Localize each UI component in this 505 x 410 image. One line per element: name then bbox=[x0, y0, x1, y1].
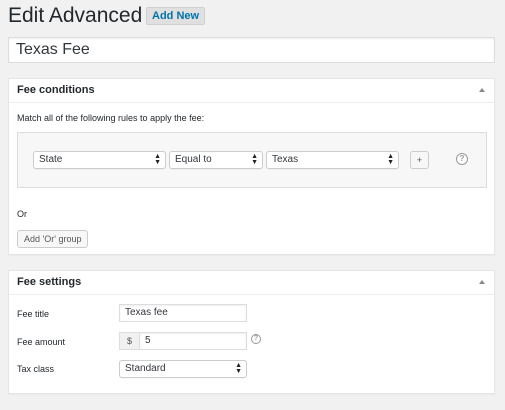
fee-amount-input[interactable]: 5 bbox=[139, 332, 247, 350]
select-arrow-icon: ▲ ▼ bbox=[387, 153, 394, 166]
fee-settings-header[interactable]: Fee settings bbox=[9, 271, 494, 295]
match-rules-text: Match all of the following rules to appl… bbox=[17, 113, 205, 123]
add-or-group-button[interactable]: Add 'Or' group bbox=[17, 230, 89, 248]
tax-class-value: Standard bbox=[125, 363, 166, 374]
or-label: Or bbox=[17, 209, 27, 219]
fee-name-input[interactable]: Texas Fee bbox=[8, 37, 495, 63]
collapse-arrow-icon[interactable] bbox=[479, 88, 485, 92]
select-arrow-icon: ▲ ▼ bbox=[235, 362, 242, 375]
fee-conditions-title: Fee conditions bbox=[17, 84, 95, 96]
add-new-button[interactable]: Add New bbox=[146, 7, 206, 25]
fee-settings-title: Fee settings bbox=[17, 276, 82, 288]
select-arrow-icon: ▲ ▼ bbox=[251, 153, 258, 166]
currency-symbol: $ bbox=[119, 332, 139, 350]
condition-operator-value: Equal to bbox=[175, 154, 212, 165]
fee-settings-box: Fee settings Fee title Texas fee Fee amo… bbox=[8, 270, 495, 394]
question-circle-icon[interactable]: ? bbox=[251, 334, 261, 344]
fee-title-input[interactable]: Texas fee bbox=[119, 304, 247, 322]
tax-class-label: Tax class bbox=[17, 364, 55, 374]
condition-value-value: Texas bbox=[272, 154, 299, 165]
fee-conditions-header[interactable]: Fee conditions bbox=[9, 79, 494, 103]
condition-field-value: State bbox=[39, 154, 63, 165]
collapse-arrow-icon[interactable] bbox=[479, 280, 485, 284]
condition-value-select[interactable]: Texas ▲ ▼ bbox=[266, 151, 399, 169]
tax-class-select[interactable]: Standard ▲ ▼ bbox=[119, 360, 247, 378]
condition-field-select[interactable]: State ▲ ▼ bbox=[33, 151, 166, 169]
condition-group: State ▲ ▼ Equal to ▲ ▼ Texas ▲ ▼ + ? bbox=[17, 132, 487, 188]
fee-title-label: Fee title bbox=[17, 309, 50, 319]
condition-operator-select[interactable]: Equal to ▲ ▼ bbox=[169, 151, 263, 169]
question-circle-icon[interactable]: ? bbox=[456, 153, 468, 165]
add-condition-button[interactable]: + bbox=[410, 151, 429, 169]
fee-conditions-box: Fee conditions Match all of the followin… bbox=[8, 78, 495, 255]
select-arrow-icon: ▲ ▼ bbox=[154, 153, 161, 166]
fee-amount-label: Fee amount bbox=[17, 337, 66, 347]
